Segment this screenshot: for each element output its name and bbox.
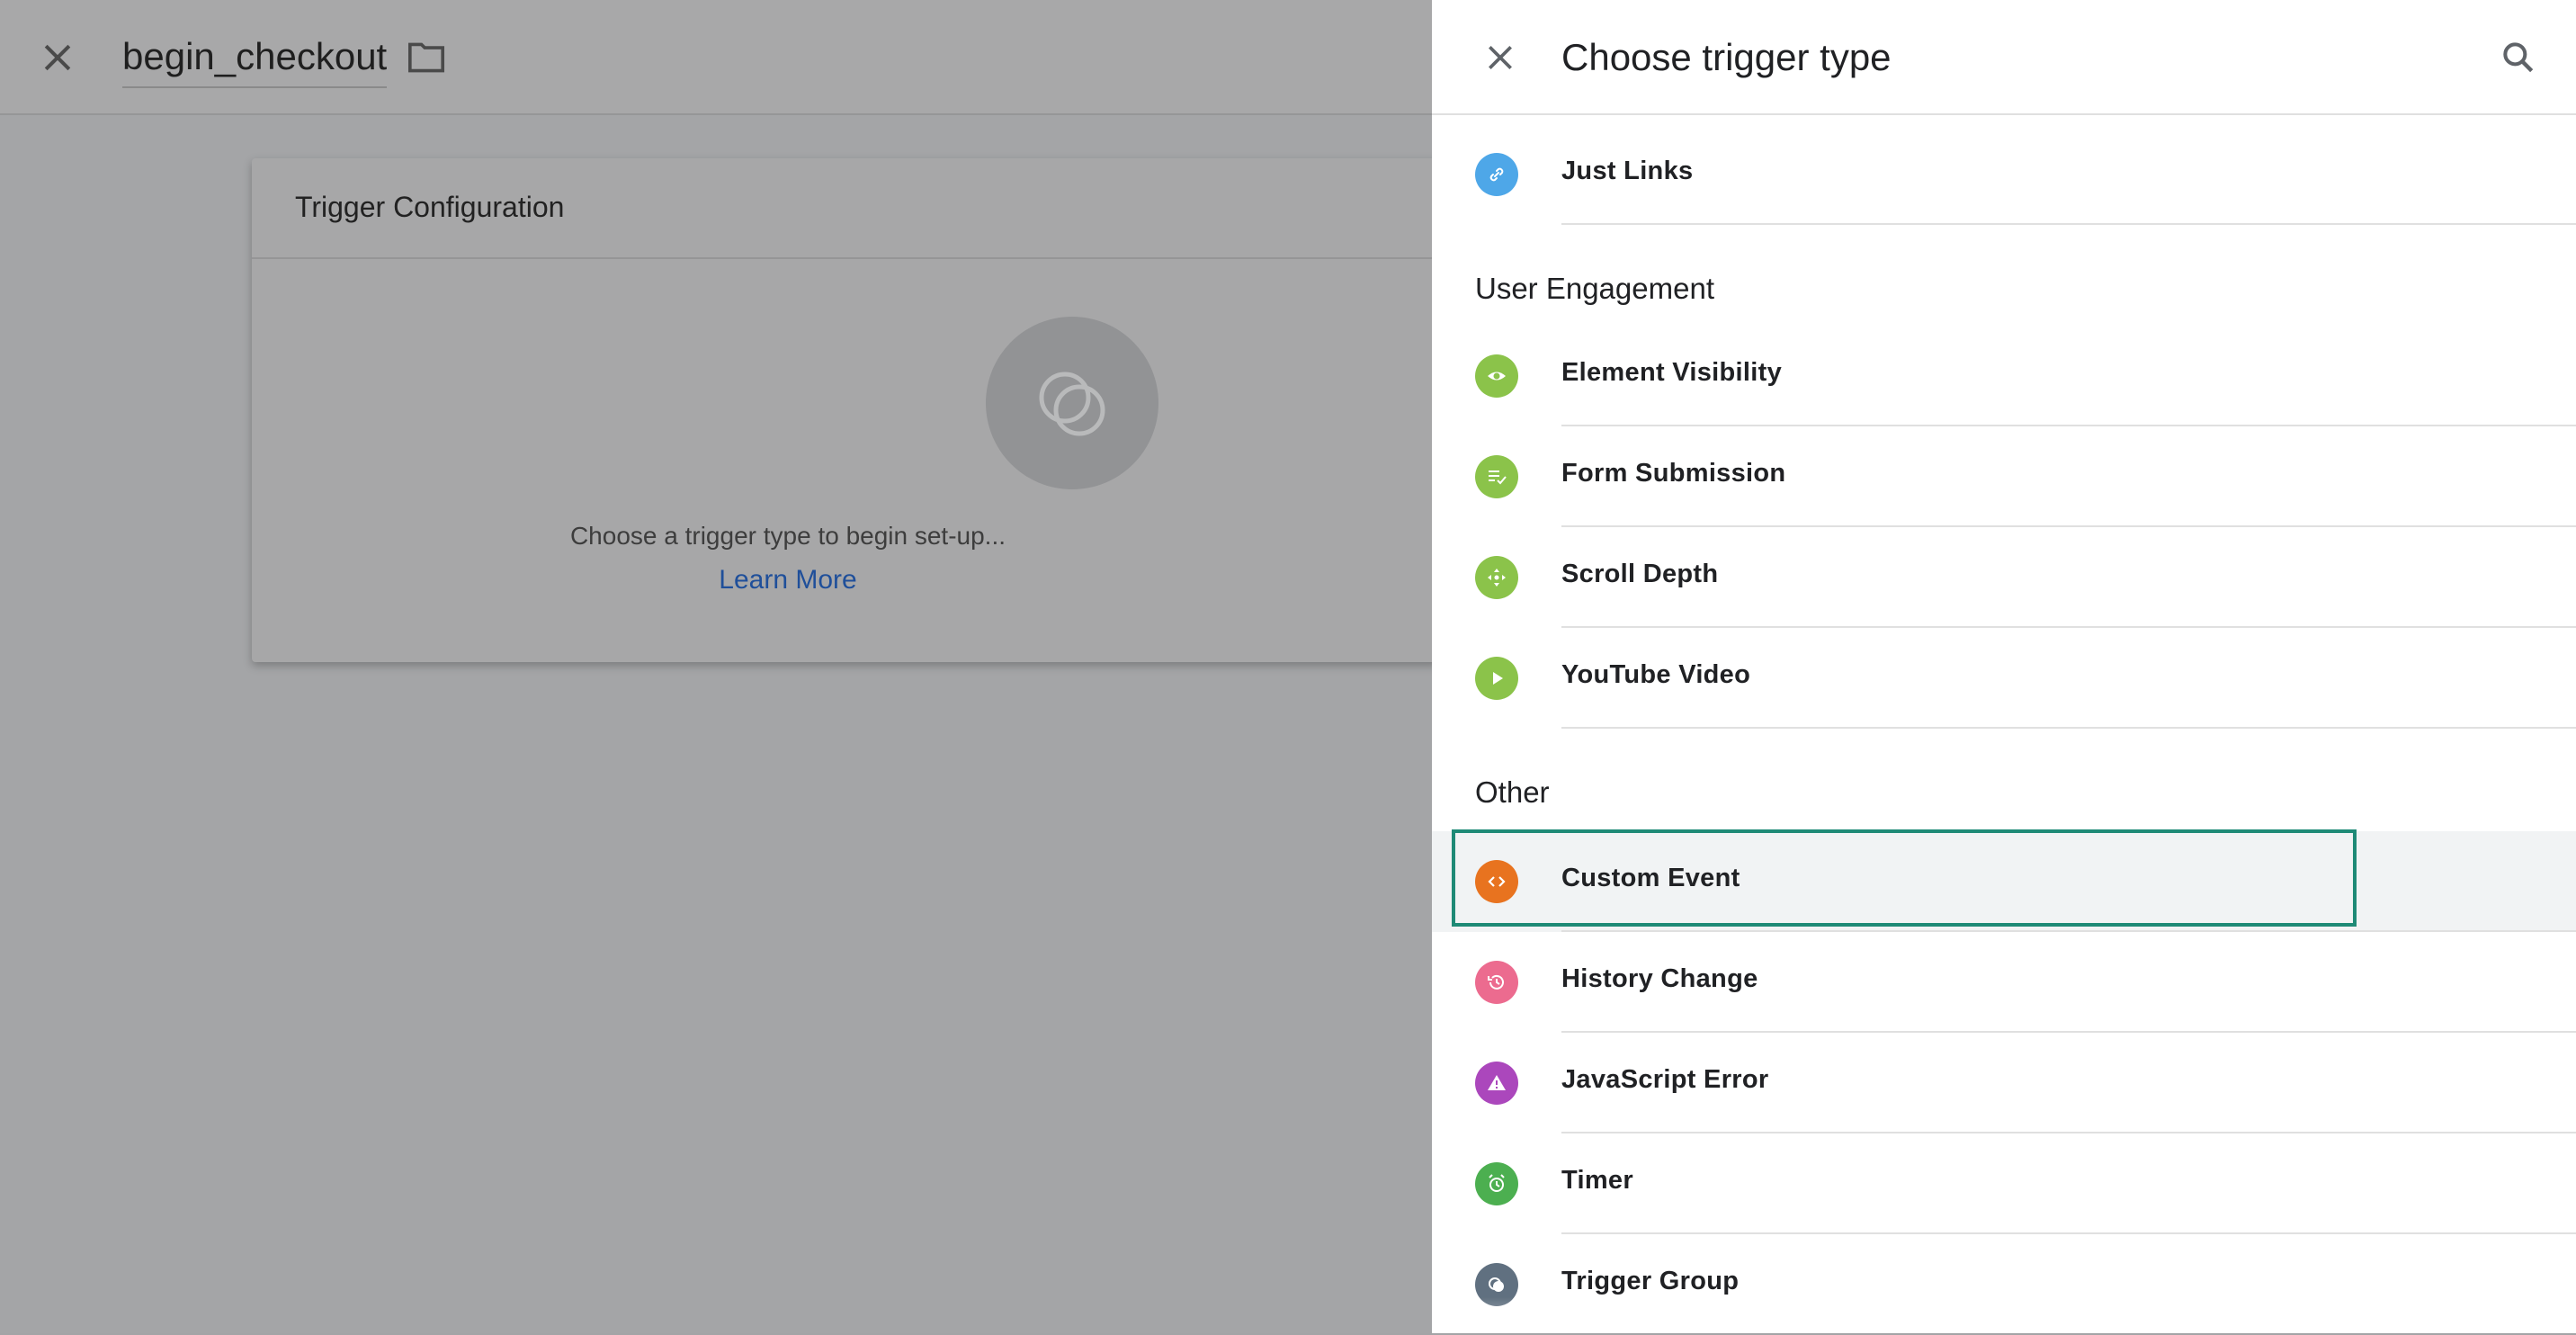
divider xyxy=(1561,223,2576,225)
trigger-type-panel: Choose trigger type Just Links User Enga… xyxy=(1432,0,2576,1333)
trigger-name-field[interactable]: begin_checkout xyxy=(122,32,388,88)
trigger-type-timer[interactable]: Timer xyxy=(1432,1133,2576,1234)
item-label: YouTube Video xyxy=(1561,660,1751,689)
item-label: Custom Event xyxy=(1561,864,1740,892)
code-brackets-icon xyxy=(1475,860,1518,903)
folder-icon[interactable] xyxy=(407,40,446,76)
link-icon xyxy=(1475,153,1518,196)
history-icon xyxy=(1475,961,1518,1004)
item-label: JavaScript Error xyxy=(1561,1065,1769,1094)
item-label: Timer xyxy=(1561,1166,1633,1195)
item-label: Element Visibility xyxy=(1561,358,1783,387)
alarm-clock-icon xyxy=(1475,1162,1518,1205)
play-icon xyxy=(1475,657,1518,700)
item-label: Just Links xyxy=(1561,157,1694,185)
search-icon[interactable] xyxy=(2499,38,2538,77)
trigger-type-custom-event[interactable]: Custom Event xyxy=(1432,829,2576,932)
item-label: Trigger Group xyxy=(1561,1267,1740,1295)
trigger-type-just-links[interactable]: Just Links xyxy=(1432,124,2576,225)
learn-more-link[interactable]: Learn More xyxy=(252,565,1324,596)
item-label: Form Submission xyxy=(1561,459,1786,488)
trigger-type-form-submission[interactable]: Form Submission xyxy=(1432,426,2576,527)
editor-header: begin_checkout xyxy=(0,0,1432,115)
move-arrows-icon xyxy=(1475,556,1518,599)
trigger-type-element-visibility[interactable]: Element Visibility xyxy=(1432,326,2576,426)
trigger-type-javascript-error[interactable]: JavaScript Error xyxy=(1432,1033,2576,1133)
section-other: Other xyxy=(1475,775,1550,809)
trigger-type-scroll-depth[interactable]: Scroll Depth xyxy=(1432,527,2576,628)
card-message: Choose a trigger type to begin set-up... xyxy=(569,522,1006,550)
panel-title: Choose trigger type xyxy=(1561,36,1892,78)
panel-header: Choose trigger type xyxy=(1432,0,2576,115)
eye-icon xyxy=(1475,354,1518,398)
section-user-engagement: User Engagement xyxy=(1475,272,1714,305)
trigger-editor: begin_checkout Trigger Configuration Cho… xyxy=(0,0,1439,1333)
trigger-type-youtube-video[interactable]: YouTube Video xyxy=(1432,628,2576,729)
form-check-icon xyxy=(1475,455,1518,498)
trigger-configuration-card[interactable]: Trigger Configuration Choose a trigger t… xyxy=(252,158,1439,662)
trigger-type-history-change[interactable]: History Change xyxy=(1432,932,2576,1033)
bottom-fade xyxy=(1432,1297,2576,1333)
close-icon[interactable] xyxy=(38,38,77,77)
item-label: History Change xyxy=(1561,964,1758,993)
item-label: Scroll Depth xyxy=(1561,560,1719,588)
close-icon[interactable] xyxy=(1482,40,1518,76)
divider xyxy=(1561,727,2576,729)
warning-icon xyxy=(1475,1062,1518,1105)
